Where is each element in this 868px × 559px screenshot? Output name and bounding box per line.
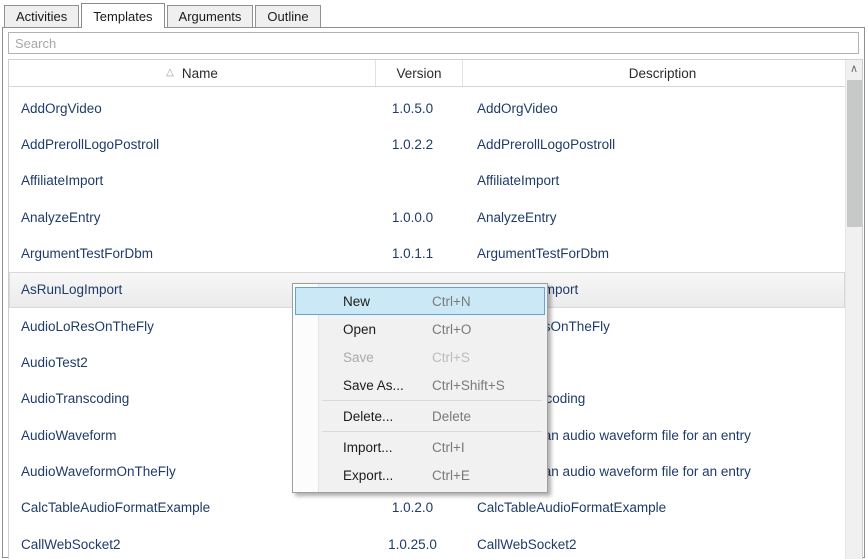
menu-item-shortcut: Ctrl+S [432,350,470,365]
scrollbar-thumb[interactable] [847,80,862,227]
cell-version: 1.0.2.2 [376,137,463,152]
menu-item-shortcut: Ctrl+O [432,322,471,337]
menu-separator [322,431,542,432]
cell-name: CallWebSocket2 [10,537,376,552]
menu-item-save: Save Ctrl+S [295,343,545,371]
column-header-version-label: Version [396,66,441,81]
menu-item-label: Import... [343,440,393,455]
tab-activities[interactable]: Activities [4,5,79,27]
menu-item-shortcut: Ctrl+E [432,468,470,483]
grid-header: △ Name Version Description [9,60,862,87]
column-header-version[interactable]: Version [376,60,463,86]
column-header-description[interactable]: Description [463,60,862,86]
cell-description: AnalyzeEntry [463,210,844,225]
menu-item-delete[interactable]: Delete... Delete [295,402,545,430]
cell-name: AffiliateImport [10,173,376,188]
tab-templates[interactable]: Templates [81,3,164,28]
search-input[interactable] [8,32,859,54]
cell-version: 1.0.2.0 [376,500,463,515]
cell-description: AddOrgVideo [463,101,844,116]
cell-name: AddPrerollLogoPostroll [10,137,376,152]
menu-item-label: Open [343,322,376,337]
cell-name: CalcTableAudioFormatExample [10,500,376,515]
cell-description: AddPrerollLogoPostroll [463,137,844,152]
sort-ascending-icon: △ [166,67,174,78]
menu-separator [322,400,542,401]
menu-item-shortcut: Ctrl+Shift+S [432,378,505,393]
context-menu: New Ctrl+N Open Ctrl+O Save Ctrl+S Save As... C… [292,283,548,493]
menu-item-shortcut: Ctrl+N [432,294,471,309]
menu-item-label: Delete... [343,409,393,424]
table-row[interactable]: ArgumentTestForDbm1.0.1.1ArgumentTestFor… [9,235,845,271]
menu-item-import[interactable]: Import... Ctrl+I [295,433,545,461]
menu-item-open[interactable]: Open Ctrl+O [295,315,545,343]
menu-item-export[interactable]: Export... Ctrl+E [295,461,545,489]
menu-item-saveas[interactable]: Save As... Ctrl+Shift+S [295,371,545,399]
cell-name: ArgumentTestForDbm [10,246,376,261]
table-row[interactable]: CallWebSocket21.0.25.0CallWebSocket2 [9,526,845,559]
menu-item-shortcut: Ctrl+I [432,440,465,455]
menu-item-shortcut: Delete [432,409,471,424]
cell-description: AffiliateImport [463,173,844,188]
cell-version: 1.0.25.0 [376,537,463,552]
table-row[interactable]: AddPrerollLogoPostroll1.0.2.2AddPrerollL… [9,126,845,162]
table-row[interactable]: CalcTableAudioFormatExample1.0.2.0CalcTa… [9,490,845,526]
tab-outline[interactable]: Outline [255,5,320,27]
table-row[interactable]: AddOrgVideo1.0.5.0AddOrgVideo [9,90,845,126]
cell-name: AnalyzeEntry [10,210,376,225]
table-row[interactable]: AffiliateImport AffiliateImport [9,163,845,199]
menu-item-label: Export... [343,468,393,483]
cell-description: CalcTableAudioFormatExample [463,500,844,515]
table-row[interactable]: AnalyzeEntry1.0.0.0AnalyzeEntry [9,199,845,235]
cell-name: AddOrgVideo [10,101,376,116]
cell-description: CallWebSocket2 [463,537,844,552]
column-header-name[interactable]: △ Name [9,60,376,86]
menu-item-label: New [343,294,370,309]
cell-version: 1.0.5.0 [376,101,463,116]
scrollbar-up-arrow-icon[interactable]: ∧ [846,60,862,78]
tab-arguments[interactable]: Arguments [167,5,254,27]
column-header-description-label: Description [629,66,697,81]
menu-item-new[interactable]: New Ctrl+N [295,287,545,315]
column-header-name-label: Name [182,66,218,81]
cell-description: ArgumentTestForDbm [463,246,844,261]
tab-bar: ActivitiesTemplatesArgumentsOutline [4,2,323,27]
menu-item-label: Save As... [343,378,404,393]
menu-item-label: Save [343,350,374,365]
cell-version: 1.0.1.1 [376,246,463,261]
cell-version: 1.0.0.0 [376,210,463,225]
vertical-scrollbar[interactable]: ∧ [845,60,862,559]
